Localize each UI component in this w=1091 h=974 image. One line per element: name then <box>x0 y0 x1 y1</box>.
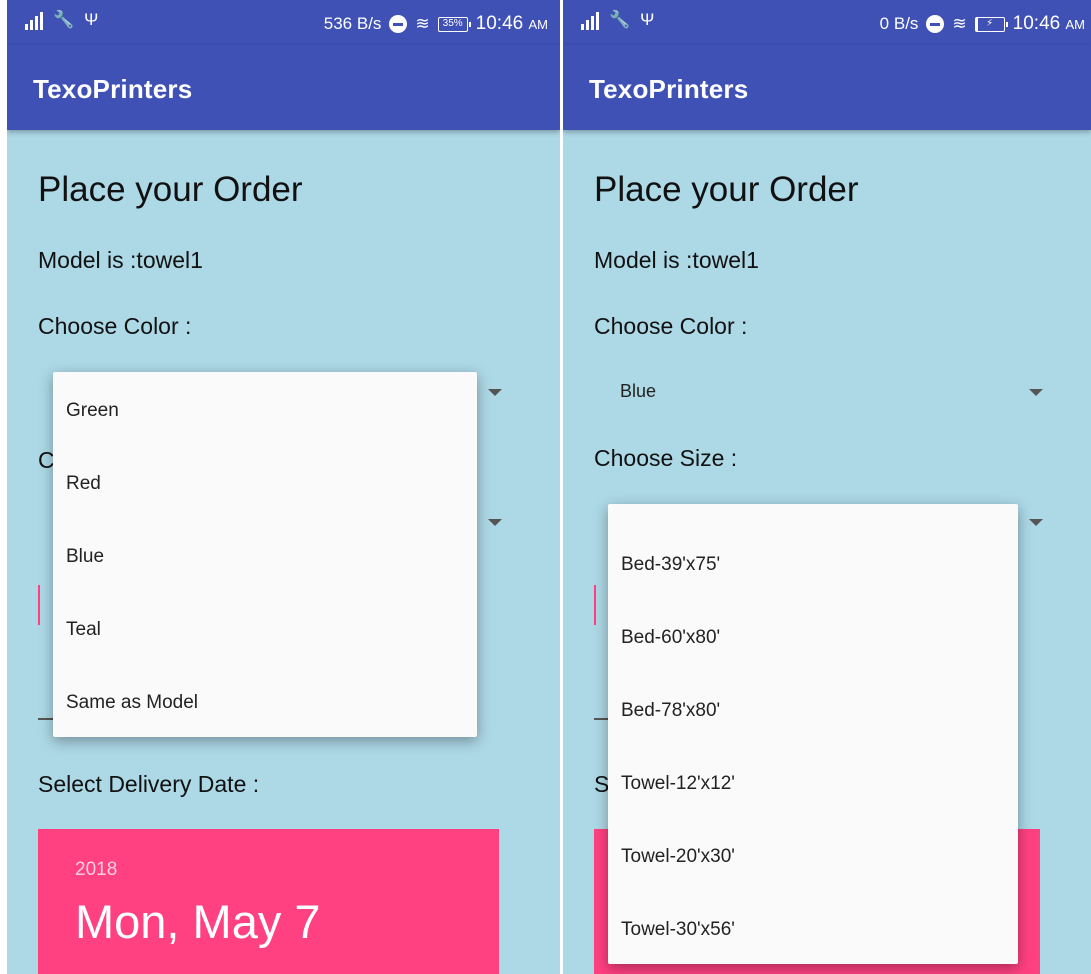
color-spinner-arrow-icon[interactable] <box>1029 389 1043 396</box>
size-option-bed-60x80[interactable]: Bed-60'x80' <box>621 627 720 649</box>
wifi-icon: ≋ <box>952 14 967 33</box>
page-title: Place your Order <box>594 170 859 209</box>
color-dropdown-menu: Green Red Blue Teal Same as Model <box>53 372 477 737</box>
order-form: Place your Order Model is :towel1 Choose… <box>7 130 560 974</box>
app-bar: TexoPrinters <box>563 45 1091 130</box>
page-title: Place your Order <box>38 170 303 209</box>
color-option-red[interactable]: Red <box>66 473 101 495</box>
size-option-bed-39x75[interactable]: Bed-39'x75' <box>621 554 720 576</box>
battery-charging-icon: ⚡ <box>974 16 1008 32</box>
delivery-date-label: Select Delivery Date : <box>38 771 260 797</box>
choose-size-label: Choose Size : <box>594 445 738 471</box>
date-year[interactable]: 2018 <box>75 859 117 881</box>
size-option-bed-78x80[interactable]: Bed-78'x80' <box>621 700 720 722</box>
signal-icon <box>25 12 43 30</box>
color-option-teal[interactable]: Teal <box>66 619 101 641</box>
app-title: TexoPrinters <box>589 74 749 104</box>
size-spinner-arrow-icon[interactable] <box>1029 519 1043 526</box>
signal-icon <box>581 12 599 30</box>
color-option-same-as-model[interactable]: Same as Model <box>66 692 198 714</box>
size-dropdown-menu: Bed-39'x75' Bed-60'x80' Bed-78'x80' Towe… <box>608 504 1018 964</box>
do-not-disturb-icon <box>926 15 945 33</box>
app-bar: TexoPrinters <box>7 45 560 130</box>
wrench-icon: 🔧 <box>609 10 631 29</box>
do-not-disturb-icon <box>389 15 408 33</box>
date-picker-header[interactable]: 2018 Mon, May 7 <box>38 829 499 974</box>
network-speed: 536 B/s <box>323 14 382 33</box>
clock: 10:46 AM <box>1012 13 1085 34</box>
model-label: Model is :towel1 <box>594 247 759 273</box>
color-spinner-arrow-icon[interactable] <box>488 389 502 396</box>
status-bar: 🔧 Ψ 0 B/s ≋ ⚡ 10:46 AM <box>563 0 1091 45</box>
size-option-towel-30x56[interactable]: Towel-30'x56' <box>621 919 735 941</box>
wifi-icon: ≋ <box>415 14 430 33</box>
wrench-icon: 🔧 <box>53 10 75 29</box>
battery-icon: 35% <box>437 16 471 32</box>
choose-color-label: Choose Color : <box>594 313 748 339</box>
network-speed: 0 B/s <box>879 14 919 33</box>
color-spinner-value[interactable]: Blue <box>620 381 656 402</box>
right-phone-screen: 🔧 Ψ 0 B/s ≋ ⚡ 10:46 AM TexoPrinters Plac… <box>563 0 1091 974</box>
app-title: TexoPrinters <box>33 74 193 104</box>
color-option-green[interactable]: Green <box>66 400 119 422</box>
color-option-blue[interactable]: Blue <box>66 546 104 568</box>
selected-date[interactable]: Mon, May 7 <box>75 894 321 949</box>
usb-icon: Ψ <box>640 10 655 29</box>
size-spinner-arrow-icon[interactable] <box>488 519 502 526</box>
usb-icon: Ψ <box>84 10 99 29</box>
choose-color-label: Choose Color : <box>38 313 192 339</box>
size-option-towel-12x12[interactable]: Towel-12'x12' <box>621 773 735 795</box>
model-label: Model is :towel1 <box>38 247 203 273</box>
order-form: Place your Order Model is :towel1 Choose… <box>563 130 1091 974</box>
status-bar: 🔧 Ψ 536 B/s ≋ 35% 10:46 AM <box>7 0 560 45</box>
clock: 10:46 AM <box>475 13 548 34</box>
left-phone-screen: 🔧 Ψ 536 B/s ≋ 35% 10:46 AM TexoPrinters … <box>7 0 560 974</box>
size-option-towel-20x30[interactable]: Towel-20'x30' <box>621 846 735 868</box>
